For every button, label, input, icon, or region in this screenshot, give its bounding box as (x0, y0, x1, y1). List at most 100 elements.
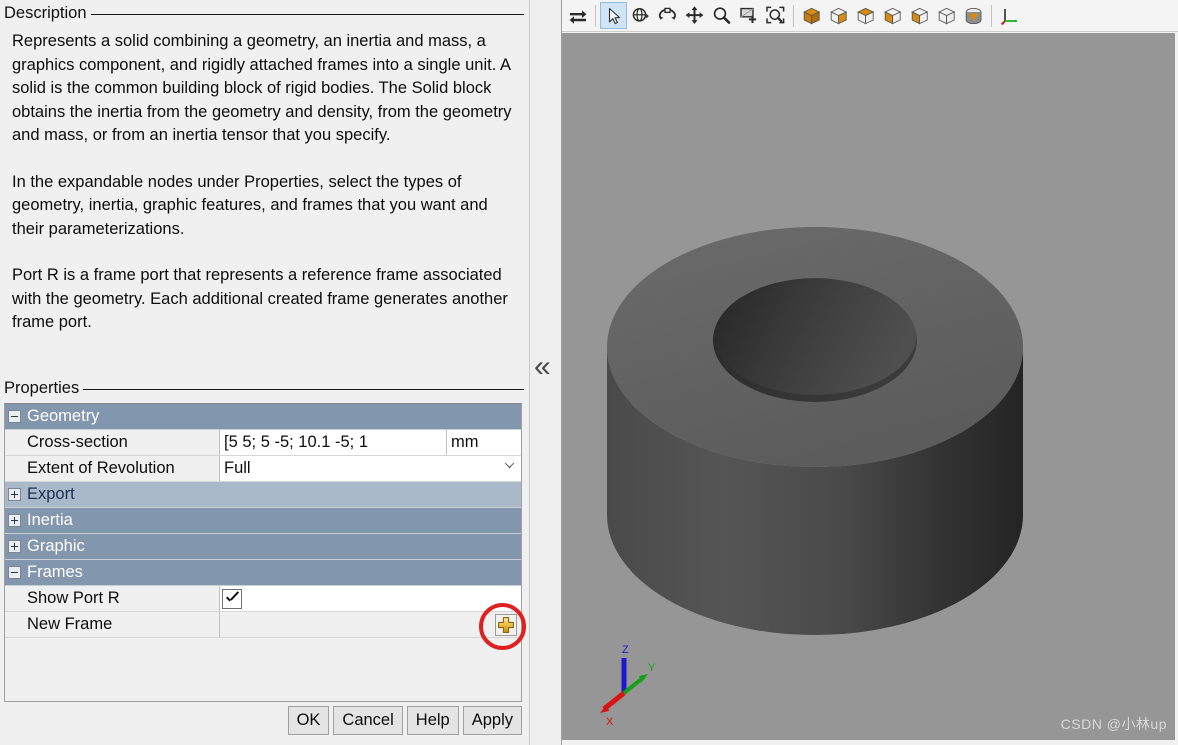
collapse-expander-icon[interactable] (8, 410, 21, 423)
cube-right-glyph (937, 7, 955, 24)
dialog-left-pane: Description Represents a solid combining… (0, 0, 530, 745)
description-paragraph: Represents a solid combining a geometry,… (12, 32, 512, 144)
group-rule (90, 13, 524, 15)
property-value-cell[interactable]: Full (220, 456, 521, 481)
property-row-new-frame[interactable]: New Frame (5, 612, 521, 638)
show-port-r-checkbox[interactable] (222, 589, 242, 609)
zoom-window-icon[interactable] (735, 2, 762, 29)
view-top-icon[interactable] (852, 2, 879, 29)
show-axes-icon[interactable] (996, 2, 1023, 29)
zoom-fit-glyph (766, 6, 785, 24)
tree-node-label: Graphic (27, 537, 85, 555)
view-bottom-icon[interactable] (879, 2, 906, 29)
property-label: Cross-section (5, 430, 220, 455)
property-row-extent-of-revolution[interactable]: Extent of Revolution Full (5, 456, 521, 482)
chevron-down-icon[interactable] (505, 464, 514, 473)
zoom-fit-icon[interactable] (762, 2, 789, 29)
description-group-label: Description (4, 4, 87, 22)
view-front-icon[interactable] (825, 2, 852, 29)
mechanics-explorer-viewport[interactable]: Z Y X CSDN @小林up (562, 33, 1175, 740)
description-group: Description Represents a solid combining… (4, 2, 524, 335)
toolbar-separator (793, 4, 794, 27)
cube-front-glyph (829, 7, 847, 24)
cursor-select-icon[interactable] (600, 2, 627, 29)
cross-section-input[interactable] (220, 430, 446, 455)
properties-group-header: Properties (4, 377, 524, 399)
tree-node-export-label-wrap: Export (5, 482, 521, 507)
properties-tree-table[interactable]: Geometry Cross-section mm Extent of Revo… (4, 403, 522, 702)
view-rear-icon[interactable] (960, 2, 987, 29)
view-right-icon[interactable] (933, 2, 960, 29)
simscape-solid-block-dialog: Description Represents a solid combining… (0, 0, 1178, 745)
zoom-window-glyph (740, 7, 757, 23)
tree-node-export[interactable]: Export (5, 482, 521, 508)
viewer-toolbar (562, 0, 1178, 32)
tree-node-label: Inertia (27, 511, 73, 529)
property-label: Extent of Revolution (5, 456, 220, 481)
ok-button[interactable]: OK (287, 706, 330, 735)
view-left-icon[interactable] (906, 2, 933, 29)
solid-3d-render: Z Y X (562, 33, 1175, 740)
orbit-glyph (658, 7, 676, 20)
cube-bottom-glyph (883, 7, 901, 24)
magnifier-glyph (713, 7, 731, 24)
cube-left-glyph (910, 7, 928, 24)
dialog-button-row: OK Cancel Help Apply (0, 706, 526, 735)
tree-node-inertia-label-wrap: Inertia (5, 508, 521, 533)
expand-expander-icon[interactable] (8, 488, 21, 501)
tree-node-geometry-label-wrap: Geometry (5, 404, 521, 429)
cross-section-unit-combo[interactable]: mm (447, 430, 521, 455)
cube-iso-glyph (802, 7, 820, 24)
property-value-cell[interactable] (220, 612, 521, 637)
plus-icon (498, 617, 514, 633)
watermark-text: CSDN @小林up (1060, 716, 1167, 732)
tree-node-graphic-label-wrap: Graphic (5, 534, 521, 559)
expand-expander-icon[interactable] (8, 540, 21, 553)
unit-value: mm (451, 433, 479, 451)
toolbar-separator (595, 4, 596, 27)
add-new-frame-button[interactable] (495, 614, 517, 636)
extent-of-revolution-combo[interactable]: Full (220, 456, 521, 481)
expand-expander-icon[interactable] (8, 514, 21, 527)
viewer-pane: Z Y X CSDN @小林up (562, 0, 1178, 745)
swap-arrows-glyph (569, 9, 586, 24)
collapse-expander-icon[interactable] (8, 566, 21, 579)
property-row-show-port-r[interactable]: Show Port R (5, 586, 521, 612)
tree-node-frames[interactable]: Frames (5, 560, 521, 586)
description-group-header: Description (4, 2, 524, 24)
swap-arrows-icon[interactable] (564, 2, 591, 29)
cancel-button[interactable]: Cancel (333, 706, 403, 735)
pane-splitter[interactable]: « (530, 0, 562, 745)
rotate-view-icon[interactable] (627, 2, 654, 29)
combo-value: Full (224, 459, 251, 477)
property-value-cell[interactable]: mm (220, 430, 521, 455)
cube-top-glyph (856, 7, 874, 24)
property-value-cell[interactable] (220, 586, 521, 611)
tree-node-label: Geometry (27, 407, 100, 425)
description-paragraph: Port R is a frame port that represents a… (12, 266, 508, 331)
help-button[interactable]: Help (406, 706, 459, 735)
property-label: Show Port R (5, 586, 220, 611)
tree-node-inertia[interactable]: Inertia (5, 508, 521, 534)
view-iso-icon[interactable] (798, 2, 825, 29)
toolbar-separator (991, 4, 992, 27)
cube-rear-glyph (965, 7, 981, 24)
properties-group: Properties (4, 377, 524, 399)
axes-triad-glyph (1000, 8, 1017, 25)
pan-move-icon[interactable] (681, 2, 708, 29)
tree-node-label: Export (27, 485, 75, 503)
tree-node-label: Frames (27, 563, 83, 581)
apply-button[interactable]: Apply (462, 706, 522, 735)
four-way-arrow-glyph (685, 6, 704, 24)
tree-node-frames-label-wrap: Frames (5, 560, 521, 585)
tree-node-geometry[interactable]: Geometry (5, 404, 521, 430)
zoom-magnifier-icon[interactable] (708, 2, 735, 29)
group-rule (83, 388, 524, 390)
collapse-left-pane-icon[interactable]: « (534, 352, 551, 382)
property-label: New Frame (5, 612, 220, 637)
tree-node-graphic[interactable]: Graphic (5, 534, 521, 560)
property-row-cross-section[interactable]: Cross-section mm (5, 430, 521, 456)
axis-label-x: X (606, 716, 614, 728)
rotate-view-glyph (632, 7, 649, 22)
orbit-icon[interactable] (654, 2, 681, 29)
